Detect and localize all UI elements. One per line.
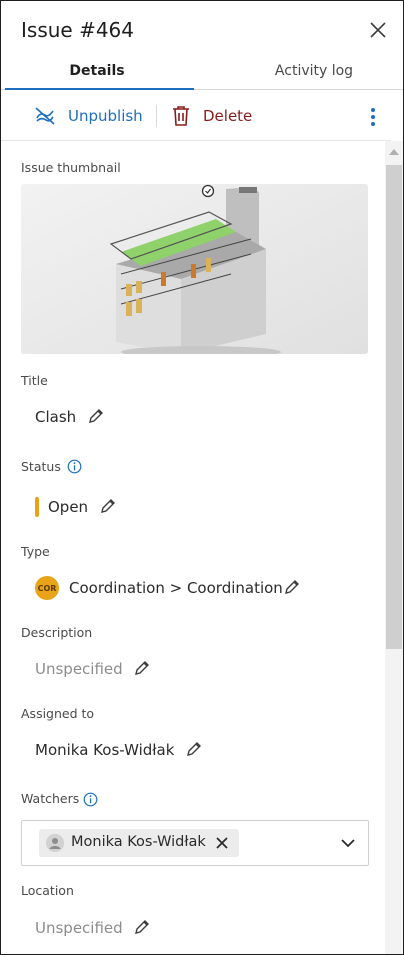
status-label: Status: [21, 459, 61, 474]
issue-thumbnail[interactable]: [21, 184, 368, 354]
location-value: Unspecified: [35, 919, 123, 937]
pencil-icon[interactable]: [99, 497, 117, 515]
pencil-icon[interactable]: [133, 918, 151, 936]
watcher-name: Monika Kos-Widłak: [71, 834, 206, 850]
remove-x-icon[interactable]: [213, 834, 231, 852]
description-value: Unspecified: [35, 660, 123, 678]
info-icon[interactable]: [67, 459, 82, 474]
close-icon[interactable]: [367, 19, 389, 41]
page-title: Issue #464: [21, 18, 135, 42]
toolbar-divider: [1, 140, 391, 141]
unpublish-icon: [35, 107, 55, 125]
tab-activity-log[interactable]: Activity log: [219, 63, 403, 79]
title-label: Title: [21, 373, 48, 388]
tab-details[interactable]: Details: [1, 63, 193, 79]
unpublish-button[interactable]: Unpublish: [34, 103, 143, 129]
assigned-value: Monika Kos-Widłak: [35, 741, 175, 759]
delete-button[interactable]: Delete: [171, 103, 252, 129]
status-indicator: [35, 497, 39, 517]
description-label: Description: [21, 625, 93, 640]
unpublish-label: Unpublish: [68, 107, 143, 125]
delete-label: Delete: [203, 107, 253, 125]
location-label: Location: [21, 883, 74, 898]
toolbar-separator: [156, 105, 157, 127]
status-value: Open: [48, 498, 89, 516]
assigned-label: Assigned to: [21, 706, 95, 721]
tab-active-indicator: [5, 88, 194, 90]
user-avatar-icon: [46, 834, 64, 852]
pencil-icon[interactable]: [133, 659, 151, 677]
chevron-down-icon[interactable]: [339, 834, 357, 852]
title-value: Clash: [35, 408, 77, 426]
type-label: Type: [21, 544, 50, 559]
building-model-image: [21, 184, 368, 354]
info-icon[interactable]: [83, 792, 98, 807]
watchers-label: Watchers: [21, 791, 80, 806]
more-vertical-icon[interactable]: [363, 105, 383, 129]
issue-panel: Issue #464 Details Activity log Unpublis…: [0, 0, 404, 955]
trash-icon: [173, 106, 189, 126]
type-badge: COR: [35, 576, 59, 600]
pencil-icon[interactable]: [87, 407, 105, 425]
pencil-icon[interactable]: [283, 578, 301, 596]
pencil-icon[interactable]: [185, 740, 203, 758]
thumbnail-label: Issue thumbnail: [21, 160, 121, 175]
type-value: Coordination > Coordination: [69, 579, 283, 597]
scrollbar-thumb[interactable]: [386, 165, 402, 649]
scroll-up-arrow-icon[interactable]: [389, 149, 399, 155]
